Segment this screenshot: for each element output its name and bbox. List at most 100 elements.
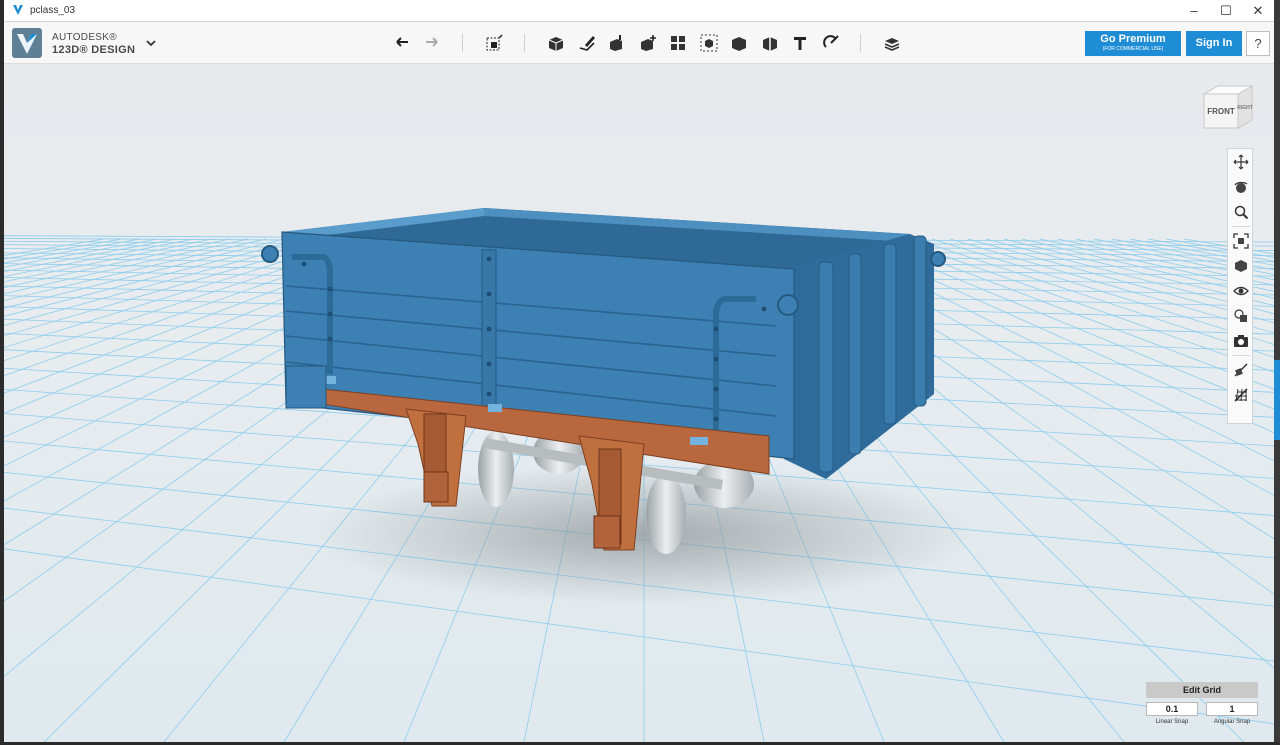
- go-premium-button[interactable]: Go Premium (FOR COMMERCIAL USE): [1085, 31, 1181, 56]
- edit-grid-panel: Edit Grid 0.1 1 Linear Snap Angular Snap: [1146, 682, 1258, 730]
- modify-icon: [641, 35, 656, 51]
- combine-icon: [732, 37, 746, 51]
- zoom-button[interactable]: [1232, 203, 1250, 221]
- chevron-down-icon[interactable]: [144, 36, 158, 50]
- rivet: [713, 356, 719, 362]
- linear-snap-label: Linear Snap: [1155, 719, 1189, 725]
- rivet: [327, 286, 333, 292]
- end-block: [285, 365, 327, 409]
- rivet: [486, 256, 492, 262]
- side-scrollbar[interactable]: [1274, 0, 1280, 742]
- redo-button[interactable]: [420, 31, 444, 55]
- sketch-button[interactable]: [575, 31, 599, 55]
- strap-bracket: [690, 437, 708, 445]
- pan-button[interactable]: [1232, 153, 1250, 171]
- scrollbar-thumb[interactable]: [1274, 360, 1280, 440]
- grouping-button[interactable]: [697, 31, 721, 55]
- screenshot-button[interactable]: [1232, 332, 1250, 350]
- angular-snap-field[interactable]: 1: [1206, 702, 1258, 716]
- sign-in-button[interactable]: Sign In: [1186, 31, 1242, 56]
- redo-icon: [426, 37, 438, 47]
- snap-toggle-button[interactable]: [1232, 361, 1250, 379]
- measure-button[interactable]: [758, 31, 782, 55]
- premium-sublabel: (FOR COMMERCIAL USE): [1102, 46, 1164, 52]
- view-icon: [1235, 260, 1247, 272]
- edit-grid-button[interactable]: Edit Grid: [1146, 682, 1258, 698]
- axlebox: [423, 471, 449, 503]
- transform-icon: [486, 34, 503, 51]
- grid-toggle-button[interactable]: [1232, 386, 1250, 404]
- wheel: [646, 474, 686, 554]
- rivet: [327, 336, 333, 342]
- snap-toggle-icon: [1234, 363, 1248, 377]
- end-stanchion: [883, 243, 897, 425]
- angular-snap-label: Angular Snap: [1213, 719, 1251, 725]
- material-view-button[interactable]: [1232, 307, 1250, 325]
- navbar-separator: [1232, 226, 1250, 227]
- rivet: [486, 391, 492, 397]
- text-icon: [794, 37, 806, 50]
- viewcube-right-label: RIGHT: [1237, 105, 1253, 111]
- viewcube-front-label: FRONT: [1207, 107, 1235, 116]
- rivet: [486, 291, 492, 297]
- rivet: [713, 416, 719, 422]
- linear-snap-field[interactable]: 0.1: [1146, 702, 1198, 716]
- app-window: pclass_03 – ☐ ✕ AUTODESK® 123D® DESIGN G…: [4, 0, 1274, 742]
- main-toolbar: AUTODESK® 123D® DESIGN Go Premium (FOR C…: [4, 22, 1274, 64]
- brand-line-1: AUTODESK®: [52, 32, 117, 43]
- material-button[interactable]: [880, 31, 904, 55]
- scene-canvas: [4, 64, 1274, 742]
- measure-icon: [763, 37, 777, 51]
- material-icon: [884, 38, 900, 51]
- combine-button[interactable]: [727, 31, 751, 55]
- orbit-button[interactable]: [1232, 178, 1250, 196]
- pattern-button[interactable]: [666, 31, 690, 55]
- model-shadow: [314, 464, 974, 604]
- grid-toggle-icon: [1234, 388, 1248, 402]
- transform-button[interactable]: [482, 31, 506, 55]
- buffer: [777, 294, 799, 316]
- buffer: [261, 245, 279, 263]
- fit-icon: [1233, 233, 1249, 249]
- visibility-icon: [1233, 286, 1249, 296]
- rivet: [713, 386, 719, 392]
- strap-bracket: [488, 404, 502, 412]
- app-glyph-icon: [13, 5, 23, 15]
- primitives-button[interactable]: [544, 31, 568, 55]
- snap-button[interactable]: [819, 31, 843, 55]
- undo-button[interactable]: [390, 31, 414, 55]
- toolbar-separator: [524, 34, 525, 52]
- minimize-button[interactable]: –: [1178, 0, 1210, 22]
- grouping-icon: [700, 34, 718, 52]
- fit-button[interactable]: [1232, 232, 1250, 250]
- orbit-icon: [1234, 181, 1248, 193]
- text-button[interactable]: [788, 31, 812, 55]
- help-button[interactable]: ?: [1246, 31, 1270, 56]
- 3d-viewport[interactable]: FRONT RIGHT Edit Grid 0.1 1 Linear Snap …: [4, 64, 1274, 742]
- screenshot-icon: [1234, 335, 1248, 347]
- rivet: [486, 326, 492, 332]
- pattern-icon: [671, 36, 685, 50]
- buffer: [930, 251, 946, 267]
- construct-button[interactable]: [605, 31, 629, 55]
- sketch-icon: [579, 36, 595, 51]
- snap-icon: [823, 35, 839, 48]
- brand-line-2: 123D® DESIGN: [52, 44, 136, 56]
- toolbar-separator: [860, 34, 861, 52]
- viewcube[interactable]: FRONT RIGHT: [1200, 82, 1256, 132]
- pan-icon: [1233, 154, 1249, 170]
- window-title: pclass_03: [30, 5, 76, 16]
- end-stanchion: [818, 261, 834, 473]
- rivet: [301, 261, 307, 267]
- navigation-bar: [1227, 148, 1253, 424]
- close-button[interactable]: ✕: [1242, 0, 1274, 22]
- app-logo-icon[interactable]: [12, 28, 42, 58]
- maximize-button[interactable]: ☐: [1210, 0, 1242, 22]
- end-stanchion: [913, 235, 927, 407]
- view-button[interactable]: [1232, 257, 1250, 275]
- visibility-button[interactable]: [1232, 282, 1250, 300]
- end-stanchion: [848, 253, 862, 455]
- rivet: [327, 311, 333, 317]
- premium-label: Go Premium: [1100, 33, 1166, 45]
- modify-button[interactable]: [636, 31, 660, 55]
